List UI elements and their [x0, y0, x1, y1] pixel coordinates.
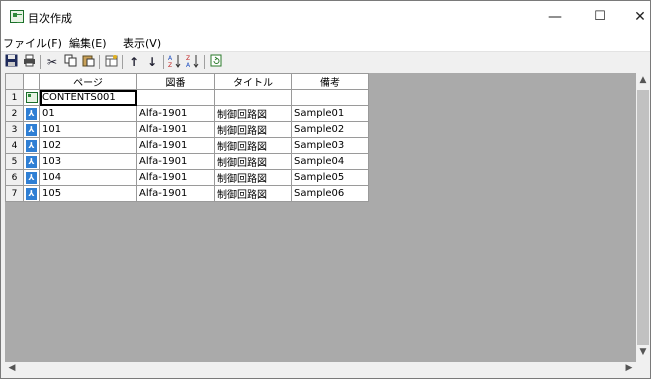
toolbar-separator: [163, 55, 164, 69]
zuban-cell[interactable]: Alfa-1901: [136, 185, 215, 202]
title-cell[interactable]: 制御回路図: [214, 169, 292, 186]
vertical-scroll-thumb[interactable]: [637, 90, 649, 345]
note-cell[interactable]: Sample02: [291, 121, 369, 138]
svg-text:Z: Z: [186, 55, 190, 62]
toolbar: ✂ ↑ ↓ AZ ZA: [1, 51, 650, 72]
toolbar-separator: [40, 55, 41, 69]
cut-icon[interactable]: ✂: [44, 54, 60, 70]
save-icon[interactable]: [3, 54, 19, 70]
minimize-button[interactable]: —: [536, 5, 574, 29]
pdf-icon: ⅄: [26, 171, 37, 184]
title-bar: 目次作成 — ☐ ✕: [1, 1, 650, 33]
scroll-right-icon[interactable]: ▶: [622, 363, 636, 373]
window-title: 目次作成: [28, 12, 72, 25]
page-cell[interactable]: 01: [39, 105, 137, 122]
column-header-zuban[interactable]: 図番: [136, 73, 215, 90]
copy-icon[interactable]: [62, 54, 78, 70]
title-cell[interactable]: 制御回路図: [214, 137, 292, 154]
note-cell[interactable]: Sample05: [291, 169, 369, 186]
contents-table: ページ 図番 タイトル 備考 1 CONTENTS001 2 ⅄ 01 Alfa…: [5, 73, 369, 202]
note-cell[interactable]: Sample04: [291, 153, 369, 170]
page-cell[interactable]: 105: [39, 185, 137, 202]
note-cell[interactable]: Sample06: [291, 185, 369, 202]
toc-icon: [25, 91, 38, 103]
zuban-cell[interactable]: Alfa-1901: [136, 137, 215, 154]
zuban-cell[interactable]: Alfa-1901: [136, 105, 215, 122]
table-row[interactable]: 7 ⅄ 105 Alfa-1901 制御回路図 Sample06: [5, 185, 369, 202]
icon-column-header: [23, 73, 40, 90]
pdf-icon: ⅄: [26, 107, 37, 120]
row-number[interactable]: 6: [5, 169, 24, 186]
close-button[interactable]: ✕: [621, 5, 650, 29]
page-cell[interactable]: CONTENTS001: [39, 89, 137, 106]
refresh-icon[interactable]: [208, 54, 224, 70]
zuban-cell[interactable]: Alfa-1901: [136, 121, 215, 138]
insert-icon[interactable]: [103, 54, 119, 70]
zuban-cell[interactable]: [136, 89, 215, 106]
vertical-scrollbar[interactable]: ▲ ▼: [636, 73, 650, 362]
row-number[interactable]: 5: [5, 153, 24, 170]
title-cell[interactable]: 制御回路図: [214, 185, 292, 202]
app-icon: [10, 10, 24, 23]
page-cell[interactable]: 102: [39, 137, 137, 154]
row-number[interactable]: 3: [5, 121, 24, 138]
column-header-title[interactable]: タイトル: [214, 73, 292, 90]
pdf-icon: ⅄: [26, 187, 37, 200]
table-row[interactable]: 6 ⅄ 104 Alfa-1901 制御回路図 Sample05: [5, 169, 369, 186]
svg-text:Z: Z: [168, 62, 172, 68]
app-window: 目次作成 — ☐ ✕ ファイル(F) 編集(E) 表示(V) ✂ ↑ ↓ A Z…: [0, 0, 651, 379]
column-header-note[interactable]: 備考: [291, 73, 369, 90]
table-area: ページ 図番 タイトル 備考 1 CONTENTS001 2 ⅄ 01 Alfa…: [5, 73, 636, 362]
pdf-icon: ⅄: [26, 123, 37, 136]
zuban-cell[interactable]: Alfa-1901: [136, 169, 215, 186]
table-row[interactable]: 5 ⅄ 103 Alfa-1901 制御回路図 Sample04: [5, 153, 369, 170]
pdf-icon: ⅄: [26, 155, 37, 168]
title-cell[interactable]: 制御回路図: [214, 105, 292, 122]
table-row[interactable]: 3 ⅄ 101 Alfa-1901 制御回路図 Sample02: [5, 121, 369, 138]
scroll-up-icon[interactable]: ▲: [636, 75, 650, 85]
title-cell[interactable]: 制御回路図: [214, 153, 292, 170]
pdf-icon: ⅄: [26, 139, 37, 152]
page-cell[interactable]: 104: [39, 169, 137, 186]
note-cell[interactable]: Sample03: [291, 137, 369, 154]
row-number[interactable]: 7: [5, 185, 24, 202]
svg-text:A: A: [168, 55, 173, 62]
row-number[interactable]: 1: [5, 89, 24, 106]
sort-descending-icon[interactable]: ZA: [185, 54, 201, 70]
table-row[interactable]: 4 ⅄ 102 Alfa-1901 制御回路図 Sample03: [5, 137, 369, 154]
toolbar-separator: [204, 55, 205, 69]
toolbar-separator: [122, 55, 123, 69]
scroll-down-icon[interactable]: ▼: [636, 347, 650, 357]
sort-ascending-icon[interactable]: AZ: [167, 54, 183, 70]
scrollbar-corner: [636, 362, 650, 376]
svg-text:A: A: [186, 62, 191, 68]
zuban-cell[interactable]: Alfa-1901: [136, 153, 215, 170]
maximize-button[interactable]: ☐: [581, 5, 619, 29]
paste-icon[interactable]: [80, 54, 96, 70]
move-down-icon[interactable]: ↓: [144, 54, 160, 70]
column-header-page[interactable]: ページ: [39, 73, 137, 90]
move-up-icon[interactable]: ↑: [126, 54, 142, 70]
table-row[interactable]: 2 ⅄ 01 Alfa-1901 制御回路図 Sample01: [5, 105, 369, 122]
horizontal-scrollbar[interactable]: ◀ ▶: [5, 362, 636, 376]
table-row[interactable]: 1 CONTENTS001: [5, 89, 369, 106]
menu-view[interactable]: 表示(V): [123, 35, 161, 51]
toolbar-separator: [99, 55, 100, 69]
table-header: ページ 図番 タイトル 備考: [5, 73, 369, 90]
page-cell[interactable]: 101: [39, 121, 137, 138]
title-cell[interactable]: [214, 89, 292, 106]
page-cell[interactable]: 103: [39, 153, 137, 170]
row-number[interactable]: 2: [5, 105, 24, 122]
print-icon[interactable]: [21, 54, 37, 70]
note-cell[interactable]: [291, 89, 369, 106]
corner-cell: [5, 73, 24, 90]
row-number[interactable]: 4: [5, 137, 24, 154]
menu-file[interactable]: ファイル(F): [3, 35, 62, 51]
scroll-left-icon[interactable]: ◀: [5, 363, 19, 373]
menu-bar: ファイル(F) 編集(E) 表示(V): [1, 33, 650, 51]
note-cell[interactable]: Sample01: [291, 105, 369, 122]
title-cell[interactable]: 制御回路図: [214, 121, 292, 138]
menu-edit[interactable]: 編集(E): [69, 35, 107, 51]
